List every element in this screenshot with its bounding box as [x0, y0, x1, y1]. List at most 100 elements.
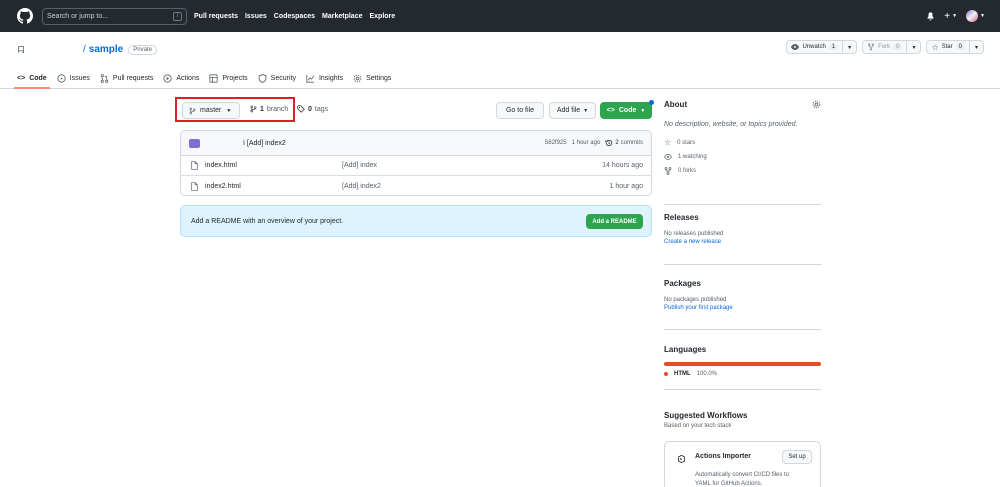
go-to-file-button[interactable]: Go to file: [496, 102, 544, 119]
eye-icon: [664, 154, 672, 160]
gear-icon[interactable]: [812, 100, 821, 109]
forks-link[interactable]: 0 forks: [664, 167, 821, 175]
tab-actions[interactable]: Actions: [163, 68, 199, 89]
repo-header: / sample Private Unwatch 1 ▾ Fork 0 ▾ ☆ …: [0, 32, 1000, 89]
issue-icon: [57, 74, 66, 83]
tab-settings[interactable]: Settings: [353, 68, 391, 89]
file-name[interactable]: index.html: [205, 162, 237, 169]
add-file-label: Add file: [556, 107, 581, 114]
nav-marketplace[interactable]: Marketplace: [322, 13, 362, 20]
star-button[interactable]: ☆ Star 0 ▾: [926, 40, 984, 54]
branches-link[interactable]: 1 branch: [250, 105, 288, 113]
tab-pull-requests[interactable]: Pull requests: [100, 68, 153, 89]
global-nav: Pull requests Issues Codespaces Marketpl…: [194, 13, 402, 20]
chevron-down-icon[interactable]: ▾: [842, 41, 856, 53]
repo-name[interactable]: sample: [89, 44, 123, 55]
releases-empty-text: No releases published: [664, 231, 724, 237]
tab-label: Pull requests: [112, 75, 154, 82]
tab-label: Security: [270, 75, 296, 82]
workflows-title: Suggested Workflows: [664, 411, 748, 420]
watch-count: 1: [828, 44, 839, 50]
nav-pull-requests[interactable]: Pull requests: [194, 13, 238, 20]
repo-actions: Unwatch 1 ▾ Fork 0 ▾ ☆ Star 0 ▾: [786, 40, 984, 54]
file-icon: [191, 181, 198, 191]
commits-link[interactable]: 2 commits: [605, 139, 643, 147]
tab-code[interactable]: <> Code: [14, 68, 50, 89]
file-icon: [191, 161, 198, 170]
language-item[interactable]: HTML 100.0%: [664, 371, 821, 377]
publish-package-link[interactable]: Publish your first package: [664, 305, 821, 311]
about-section: About No description, website, or topics…: [664, 100, 821, 205]
search-placeholder: Search or jump to...: [47, 12, 109, 20]
branch-count: 1: [260, 105, 264, 113]
code-button[interactable]: <> Code ▼: [600, 102, 652, 119]
create-new-button[interactable]: + ▼: [944, 11, 957, 22]
language-color-dot: [664, 372, 668, 376]
unwatch-label: Unwatch: [802, 44, 826, 50]
file-name[interactable]: index2.html: [205, 183, 241, 190]
add-readme-button[interactable]: Add a README: [586, 214, 643, 229]
tab-issues[interactable]: Issues: [57, 68, 90, 89]
tab-insights[interactable]: Insights: [306, 68, 343, 89]
nav-codespaces[interactable]: Codespaces: [274, 13, 315, 20]
nav-issues[interactable]: Issues: [245, 13, 267, 20]
tab-label: Insights: [318, 75, 344, 82]
chevron-down-icon: ▼: [583, 107, 589, 114]
code-label: Code: [618, 107, 637, 114]
star-icon: ☆: [664, 138, 672, 147]
file-row[interactable]: index.html [Add] index 14 hours ago: [181, 156, 651, 176]
file-commit-message[interactable]: [Add] index2: [342, 183, 381, 190]
fork-label: Fork: [878, 44, 891, 50]
file-age: 14 hours ago: [602, 162, 643, 169]
packages-empty-text: No packages published: [664, 297, 727, 303]
tab-projects[interactable]: Projects: [209, 68, 248, 89]
fork-button[interactable]: Fork 0 ▾: [862, 40, 922, 54]
create-release-link[interactable]: Create a new release: [664, 239, 821, 245]
tab-label: Settings: [366, 75, 392, 82]
watching-count: 1 watching: [678, 154, 707, 160]
repo-icon: [18, 45, 24, 53]
file-toolbar: master ▼ 1 branch 0 tags Go to file Add …: [175, 97, 654, 122]
bell-icon[interactable]: [926, 11, 935, 21]
languages-title: Languages: [664, 345, 707, 354]
search-input[interactable]: Search or jump to... /: [42, 7, 187, 25]
about-title: About: [664, 100, 688, 109]
plus-icon: +: [944, 10, 951, 22]
chevron-down-icon[interactable]: ▾: [906, 41, 920, 53]
star-label: Star: [941, 44, 953, 50]
branch-count-label: branch: [266, 105, 289, 113]
stars-link[interactable]: ☆ 0 stars: [664, 138, 821, 147]
watchers-link[interactable]: 1 watching: [664, 153, 821, 161]
branch-name: master: [200, 107, 222, 114]
tab-security[interactable]: Security: [258, 68, 296, 89]
releases-title[interactable]: Releases: [664, 213, 821, 222]
file-commit-message[interactable]: [Add] index: [342, 162, 377, 169]
repo-tabs: <> Code Issues Pull requests Actions Proj…: [14, 68, 401, 89]
tags-link[interactable]: 0 tags: [297, 105, 328, 113]
github-logo-icon[interactable]: [17, 8, 33, 24]
language-bar: [664, 362, 821, 366]
chevron-down-icon: ▼: [952, 13, 958, 19]
tag-count: 0: [308, 105, 312, 113]
packages-title[interactable]: Packages: [664, 279, 821, 288]
language-name: HTML: [674, 371, 691, 377]
add-file-button[interactable]: Add file ▼: [549, 102, 596, 119]
setup-button[interactable]: Set up: [782, 450, 812, 464]
commit-message[interactable]: ⅰ [Add] index2: [243, 139, 286, 147]
code-icon: <>: [17, 75, 26, 82]
user-menu-button[interactable]: ▼: [966, 10, 985, 22]
file-row[interactable]: index2.html [Add] index2 1 hour ago: [181, 176, 651, 195]
commit-count: 2: [615, 140, 619, 146]
commit-sha[interactable]: 582f925: [545, 140, 567, 146]
file-age: 1 hour ago: [609, 182, 643, 190]
branch-select-button[interactable]: master ▼: [182, 102, 240, 119]
commit-meta: 582f925 1 hour ago 2 commits: [545, 139, 643, 147]
gear-icon: [353, 74, 362, 83]
chevron-down-icon[interactable]: ▾: [969, 41, 983, 53]
file-list: ⅰ [Add] index2 582f925 1 hour ago 2 comm…: [180, 130, 652, 196]
unwatch-button[interactable]: Unwatch 1 ▾: [786, 40, 858, 54]
tab-label: Projects: [222, 75, 248, 82]
nav-explore[interactable]: Explore: [369, 13, 395, 20]
fork-icon: [868, 43, 875, 51]
avatar[interactable]: [189, 138, 200, 148]
